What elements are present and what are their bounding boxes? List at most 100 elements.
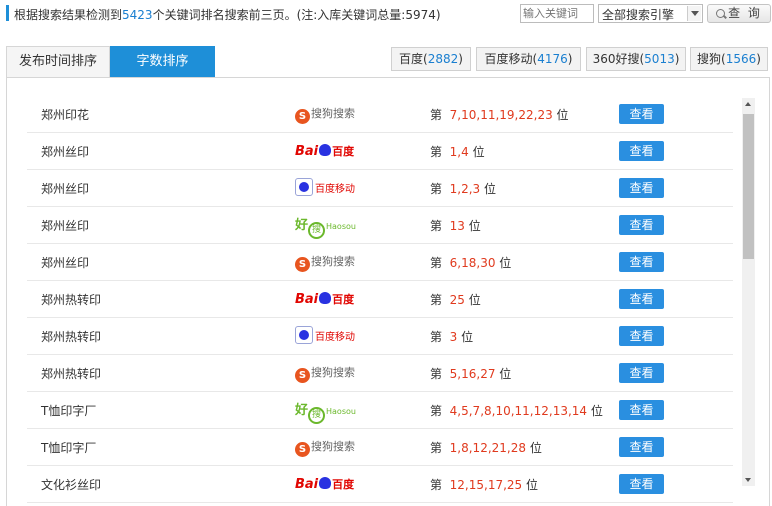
- rank-suffix: 位: [461, 330, 474, 344]
- rank-values: 1,4: [449, 145, 469, 159]
- keyword: 郑州丝印: [41, 256, 90, 270]
- haosou-logo-text: 好: [295, 403, 309, 418]
- view-button[interactable]: 查看: [619, 437, 664, 457]
- search-button-label: 查 询: [728, 6, 762, 20]
- sogou-icon: S: [295, 109, 310, 124]
- rank-positions: 第 13 位: [430, 217, 481, 234]
- engine-count: 2882: [427, 52, 459, 66]
- sogou-logo-text: 搜狗搜索: [311, 107, 355, 120]
- keyword: 郑州丝印: [41, 219, 90, 233]
- sogou-logo: S 搜狗搜索: [295, 436, 365, 458]
- engine-filter-baidu-mobile[interactable]: 百度移动(4176): [476, 47, 581, 71]
- scrollbar-thumb[interactable]: [743, 114, 754, 259]
- ranking-rows: 郑州印花 S 搜狗搜索第 7,10,11,19,22,23 位查看 郑州丝印 Bai 百度…: [27, 96, 733, 503]
- haosou-icon: 搜: [308, 222, 326, 239]
- baidu-logo: Bai 百度: [295, 288, 365, 310]
- rank-prefix: 第: [430, 478, 443, 492]
- baidu-logo: Bai 百度: [295, 140, 365, 162]
- scrollbar[interactable]: [742, 98, 755, 486]
- rank-positions: 第 12,15,17,25 位: [430, 476, 538, 493]
- haosou-logo-en: Haosou: [326, 222, 356, 231]
- engine-filter-sogou[interactable]: 搜狗(1566): [690, 47, 768, 71]
- scroll-up-icon[interactable]: [742, 98, 755, 111]
- sogou-logo: S 搜狗搜索: [295, 362, 365, 384]
- view-button[interactable]: 查看: [619, 215, 664, 235]
- baidu-logo: Bai 百度: [295, 473, 365, 495]
- title-accent-bar: [6, 5, 9, 21]
- table-row: 郑州丝印 Bai 百度 第 1,4 位 查看: [27, 133, 733, 170]
- engine-select-value: 全部搜索引擎: [602, 8, 675, 22]
- view-button[interactable]: 查看: [619, 474, 664, 494]
- rank-prefix: 第: [430, 256, 443, 270]
- chevron-down-icon[interactable]: [687, 6, 701, 21]
- keyword-search-input[interactable]: [520, 4, 594, 23]
- baidu-mobile-logo-text: 百度移动: [315, 184, 355, 195]
- sogou-logo-text: 搜狗搜索: [311, 366, 355, 379]
- keyword: T恤印字厂: [41, 404, 97, 418]
- keyword: T恤印字厂: [41, 441, 97, 455]
- rank-prefix: 第: [430, 145, 443, 159]
- table-row: 郑州丝印 百度移动 第 1,2,3 位 查看: [27, 170, 733, 207]
- rank-suffix: 位: [526, 478, 539, 492]
- view-button[interactable]: 查看: [619, 326, 664, 346]
- keyword: 郑州热转印: [41, 293, 102, 307]
- table-row: 郑州丝印 好搜 Haosou 第 13 位 查看: [27, 207, 733, 244]
- view-button[interactable]: 查看: [619, 141, 664, 161]
- view-button[interactable]: 查看: [619, 400, 664, 420]
- rank-values: 6,18,30: [449, 256, 496, 270]
- rank-suffix: 位: [484, 182, 497, 196]
- sogou-logo: S 搜狗搜索: [295, 251, 365, 273]
- baidu-mobile-icon: [295, 178, 313, 196]
- rank-prefix: 第: [430, 330, 443, 344]
- rank-suffix: 位: [472, 145, 485, 159]
- engine-filter-baidu[interactable]: 百度(2882): [391, 47, 471, 71]
- haosou-logo: 好搜 Haosou: [295, 214, 365, 239]
- keyword: 郑州丝印: [41, 145, 90, 159]
- rank-values: 1,8,12,21,28: [449, 441, 526, 455]
- rank-prefix: 第: [430, 367, 443, 381]
- sogou-icon: S: [295, 257, 310, 272]
- baidu-logo-cn: 百度: [332, 293, 355, 306]
- rank-suffix: 位: [468, 219, 481, 233]
- engine-select[interactable]: 全部搜索引擎: [598, 4, 703, 23]
- baidu-logo-text: Bai: [295, 144, 319, 159]
- keyword: 郑州印花: [41, 108, 90, 122]
- rank-values: 4,5,7,8,10,11,12,13,14: [449, 404, 588, 418]
- rank-values: 3: [449, 330, 458, 344]
- rank-positions: 第 7,10,11,19,22,23 位: [430, 106, 569, 123]
- scroll-down-icon[interactable]: [742, 473, 755, 486]
- baidu-mobile-logo: 百度移动: [295, 177, 365, 199]
- tab-sort-by-length[interactable]: 字数排序: [110, 46, 215, 78]
- rank-suffix: 位: [468, 293, 481, 307]
- rank-prefix: 第: [430, 182, 443, 196]
- sogou-icon: S: [295, 442, 310, 457]
- baidu-paw-icon: [319, 144, 332, 156]
- keyword-count: 5423: [122, 8, 153, 22]
- keyword: 郑州热转印: [41, 367, 102, 381]
- view-button[interactable]: 查看: [619, 252, 664, 272]
- rank-positions: 第 6,18,30 位: [430, 254, 511, 271]
- table-row: T恤印字厂好搜 Haosou 第 4,5,7,8,10,11,12,13,14 位查…: [27, 392, 733, 429]
- table-row: 郑州热转印 Bai 百度 第 25 位 查看: [27, 281, 733, 318]
- summary-prefix: 根据搜索结果检测到: [14, 8, 123, 22]
- sogou-logo-text: 搜狗搜索: [311, 255, 355, 268]
- rank-values: 25: [449, 293, 465, 307]
- sogou-logo: S 搜狗搜索: [295, 103, 365, 125]
- engine-filter-360[interactable]: 360好搜(5013): [586, 47, 686, 71]
- haosou-icon: 搜: [308, 407, 326, 424]
- engine-name: 百度: [399, 52, 424, 66]
- summary-suffix: 个关键词排名搜索前三页。(注:入库关键词总量:5974): [152, 8, 441, 22]
- tab-sort-by-date[interactable]: 发布时间排序: [6, 46, 110, 78]
- rank-prefix: 第: [430, 293, 443, 307]
- rank-suffix: 位: [499, 367, 512, 381]
- rank-positions: 第 3 位: [430, 328, 473, 345]
- search-button[interactable]: 查 询: [707, 4, 771, 23]
- haosou-logo: 好搜 Haosou: [295, 399, 365, 424]
- view-button[interactable]: 查看: [619, 178, 664, 198]
- rank-positions: 第 1,2,3 位: [430, 180, 496, 197]
- view-button[interactable]: 查看: [619, 363, 664, 383]
- engine-count: 4176: [537, 52, 568, 66]
- haosou-logo-text: 好: [295, 218, 309, 233]
- view-button[interactable]: 查看: [619, 289, 664, 309]
- view-button[interactable]: 查看: [619, 104, 664, 124]
